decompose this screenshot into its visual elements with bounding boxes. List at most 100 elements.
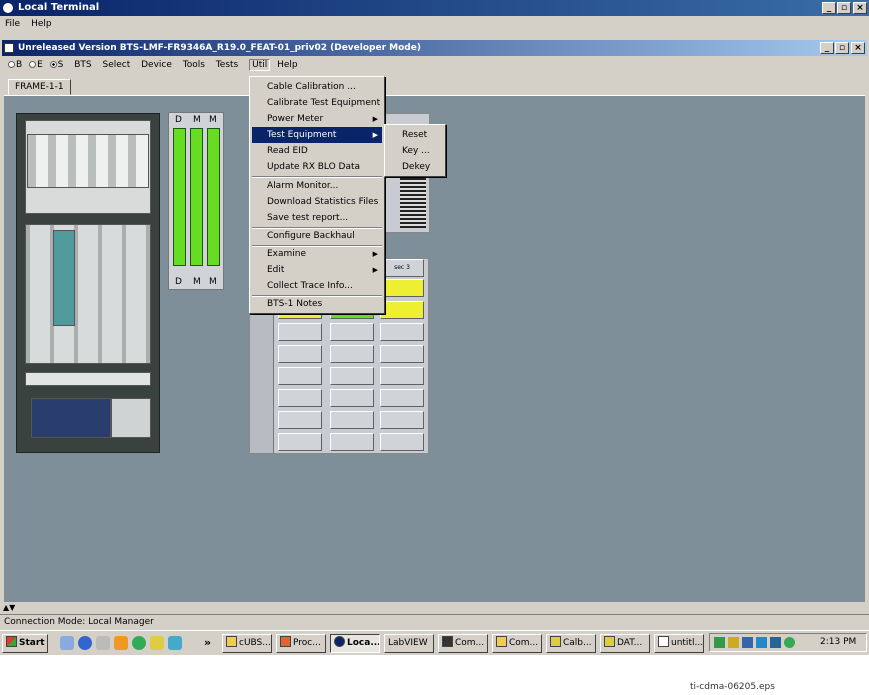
task-button[interactable]: Com... (438, 634, 488, 653)
radio-e[interactable]: E (29, 60, 43, 70)
menu-item-cable-calibration[interactable]: Cable Calibration ... (252, 79, 382, 95)
task-button[interactable]: untitl... (654, 634, 704, 653)
rack-lower-shelf (25, 372, 151, 386)
inner-close-button[interactable]: × (851, 42, 865, 54)
tray-volume-icon[interactable] (728, 637, 739, 648)
menu-item-bts-notes[interactable]: BTS-1 Notes (252, 296, 382, 312)
tab-frame-1-1[interactable]: FRAME-1-1 (8, 79, 71, 95)
submenu-item-key[interactable]: Key ... (387, 143, 443, 159)
submenu-item-reset[interactable]: Reset (387, 127, 443, 143)
sector-cell[interactable] (380, 411, 424, 429)
menu-item-download-statistics[interactable]: Download Statistics Files (252, 194, 382, 210)
menu-device[interactable]: Device (141, 60, 172, 70)
tray-network-icon[interactable] (714, 637, 725, 648)
splitter-bar[interactable]: ▲▼ (0, 602, 869, 614)
module-slot-3[interactable] (207, 128, 220, 266)
sector-cell[interactable] (278, 433, 322, 451)
task-button-active[interactable]: Loca... (330, 634, 380, 653)
tray-globe-icon[interactable] (784, 637, 795, 648)
task-button[interactable]: cUBS... (222, 634, 272, 653)
util-menu: Cable Calibration ... Calibrate Test Equ… (249, 76, 385, 314)
sector-cell[interactable] (278, 345, 322, 363)
quicklaunch-chevron-icon[interactable]: » (204, 636, 211, 649)
sector-cell[interactable] (278, 323, 322, 341)
sector-cell-yellow[interactable] (380, 279, 424, 297)
sector-cell-yellow[interactable] (380, 301, 424, 319)
task-button[interactable]: Com... (492, 634, 542, 653)
sector-cell[interactable] (380, 389, 424, 407)
menu-item-save-test-report[interactable]: Save test report... (252, 210, 382, 226)
menu-tools[interactable]: Tools (183, 60, 205, 70)
menu-help[interactable]: Help (277, 60, 298, 70)
sector-cell[interactable] (278, 411, 322, 429)
outer-maximize-button[interactable]: ▫ (837, 2, 851, 14)
tray-app-icon[interactable] (742, 637, 753, 648)
sector-cell[interactable] (330, 367, 374, 385)
desktop-icon[interactable] (60, 636, 74, 650)
sector-cell[interactable] (380, 323, 424, 341)
tray-monitor-icon[interactable] (770, 637, 781, 648)
menu-item-configure-backhaul[interactable]: Configure Backhaul (252, 228, 382, 244)
connection-mode-text: Connection Mode: Local Manager (4, 617, 154, 627)
sector-cell[interactable] (380, 367, 424, 385)
clock-app-icon[interactable] (114, 636, 128, 650)
outer-close-button[interactable]: × (853, 2, 867, 14)
sector-cell[interactable] (330, 323, 374, 341)
sector-cell[interactable] (330, 433, 374, 451)
menu-item-examine[interactable]: Examine ▶ (252, 246, 382, 262)
radio-s[interactable]: S (49, 60, 63, 70)
tab-strip: FRAME-1-1 (2, 76, 867, 95)
menu-item-collect-trace-info[interactable]: Collect Trace Info... (252, 278, 382, 294)
ie-icon[interactable] (78, 636, 92, 650)
outer-menu-help[interactable]: Help (31, 19, 52, 29)
module-slot-1[interactable] (173, 128, 186, 266)
outer-title-bar: Local Terminal _ ▫ × (0, 0, 869, 16)
network-app-icon[interactable] (168, 636, 182, 650)
inner-minimize-button[interactable]: _ (820, 42, 834, 54)
submenu-arrow-icon: ▶ (372, 250, 378, 258)
module-header-3: M (209, 115, 217, 125)
app-logo-icon (2, 2, 14, 14)
menu-select[interactable]: Select (102, 60, 130, 70)
module-footer-2: M (193, 277, 201, 287)
sector-cell[interactable] (278, 389, 322, 407)
frame-rack-image[interactable] (16, 113, 160, 453)
task-button[interactable]: DAT... (600, 634, 650, 653)
menu-item-calibrate-test-equipment[interactable]: Calibrate Test Equipment (252, 95, 382, 111)
task-button[interactable]: Calb... (546, 634, 596, 653)
task-button[interactable]: Proc... (276, 634, 326, 653)
menu-tests[interactable]: Tests (216, 60, 238, 70)
outer-menu-file[interactable]: File (5, 19, 20, 29)
outer-minimize-button[interactable]: _ (822, 2, 836, 14)
sector-cell[interactable] (330, 389, 374, 407)
sector-cell[interactable] (278, 367, 322, 385)
tray-display-icon[interactable] (756, 637, 767, 648)
menu-item-edit[interactable]: Edit ▶ (252, 262, 382, 278)
radio-b[interactable]: B (8, 60, 22, 70)
sector-cell[interactable] (330, 345, 374, 363)
search-app-icon[interactable] (150, 636, 164, 650)
inner-title-text: Unreleased Version BTS-LMF-FR9346A_R19.0… (18, 43, 421, 53)
menu-item-read-eid[interactable]: Read EID (252, 143, 382, 159)
system-tray: 2:13 PM (709, 633, 867, 652)
menu-item-test-equipment[interactable]: Test Equipment ▶ (252, 127, 382, 143)
submenu-item-dekey[interactable]: Dekey (387, 159, 443, 175)
menu-item-update-rx-blo[interactable]: Update RX BLO Data (252, 159, 382, 175)
menu-item-power-meter[interactable]: Power Meter ▶ (252, 111, 382, 127)
sector-cell[interactable] (380, 433, 424, 451)
sector-cell[interactable] (380, 345, 424, 363)
rack-teal-card (53, 230, 75, 326)
app-icon[interactable] (96, 636, 110, 650)
tray-clock[interactable]: 2:13 PM (820, 634, 856, 651)
sector-cell[interactable] (330, 411, 374, 429)
module-slot-2[interactable] (190, 128, 203, 266)
inner-maximize-button[interactable]: ▫ (835, 42, 849, 54)
menu-util[interactable]: Util (249, 59, 271, 71)
menu-item-alarm-monitor[interactable]: Alarm Monitor... (252, 178, 382, 194)
app-task-icon (280, 636, 291, 647)
figure-caption: ti-cdma-06205.eps (690, 682, 775, 692)
task-button[interactable]: LabVIEW (384, 634, 434, 653)
menu-bts[interactable]: BTS (74, 60, 91, 70)
globe-icon[interactable] (132, 636, 146, 650)
start-button[interactable]: Start (2, 634, 48, 653)
